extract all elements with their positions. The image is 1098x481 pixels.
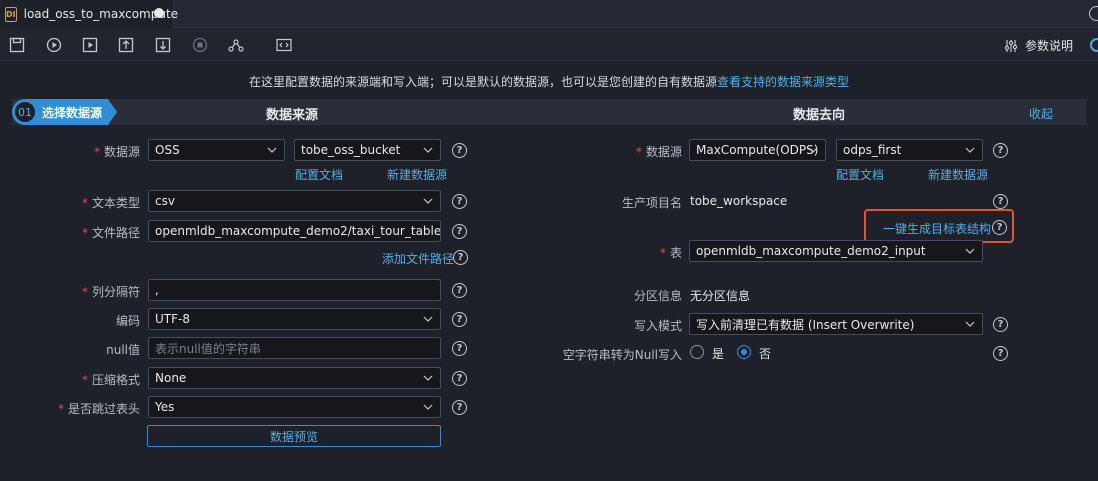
help-icon[interactable]: ?: [452, 341, 467, 356]
radio-yes-label: 是: [712, 347, 725, 361]
radio-no[interactable]: [737, 345, 751, 359]
data-preview-button[interactable]: 数据预览: [147, 425, 441, 447]
unsaved-dot-icon[interactable]: [154, 8, 164, 18]
target-datasource-type-select[interactable]: MaxCompute(ODPS): [689, 139, 826, 161]
chevron-down-icon: [267, 147, 277, 153]
help-icon[interactable]: ?: [452, 283, 467, 298]
help-icon[interactable]: ?: [452, 312, 467, 327]
help-icon[interactable]: ?: [452, 224, 467, 239]
text-type-label: * 文本类型: [81, 196, 140, 210]
partition-label: 分区信息: [633, 289, 682, 303]
encoding-select[interactable]: UTF-8: [148, 308, 441, 330]
project-value: tobe_workspace: [690, 194, 788, 208]
supported-datasource-link[interactable]: 查看支持的数据来源类型: [717, 75, 849, 89]
help-icon[interactable]: ?: [992, 220, 1007, 235]
chevron-down-icon: [965, 321, 975, 327]
save-icon[interactable]: [9, 37, 25, 53]
encoding-label: 编码: [115, 314, 140, 328]
target-datasource-label: * 数据源: [635, 145, 682, 159]
help-icon[interactable]: ?: [453, 250, 468, 265]
target-config-doc-link[interactable]: 配置文档: [836, 166, 884, 183]
toolbar: 参数说明: [0, 29, 1098, 61]
target-new-datasource-link[interactable]: 新建数据源: [928, 166, 988, 183]
partition-value: 无分区信息: [690, 289, 751, 303]
chevron-down-icon: [965, 248, 975, 254]
info-text: 在这里配置数据的来源端和写入端；可以是默认的数据源，也可以是您创建的自有数据源查…: [0, 73, 1098, 90]
chevron-down-icon: [423, 375, 433, 381]
info-message: 在这里配置数据的来源端和写入端；可以是默认的数据源，也可以是您创建的自有数据源: [248, 75, 717, 89]
help-icon[interactable]: ?: [993, 346, 1008, 361]
chevron-down-icon: [423, 147, 433, 153]
empty-to-null-label: 空字符串转为Null写入: [562, 348, 682, 362]
source-datasource-name-select[interactable]: tobe_oss_bucket: [294, 139, 441, 161]
project-label: 生产项目名: [621, 196, 682, 210]
file-path-label: * 文件路径: [81, 226, 140, 240]
target-title: 数据去向: [793, 108, 846, 123]
write-mode-select[interactable]: 写入前清理已有数据 (Insert Overwrite): [689, 313, 983, 335]
add-file-path-link[interactable]: 添加文件路径: [382, 250, 454, 267]
file-path-input[interactable]: openmldb_maxcompute_demo2/taxi_tour_tabl…: [148, 220, 441, 242]
radio-no-label: 否: [759, 347, 772, 361]
lineage-icon[interactable]: [228, 37, 244, 53]
source-datasource-type-select[interactable]: OSS: [148, 139, 285, 161]
source-config-doc-link[interactable]: 配置文档: [295, 166, 343, 183]
compression-label: * 压缩格式: [81, 373, 140, 387]
table-select[interactable]: openmldb_maxcompute_demo2_input: [689, 240, 983, 262]
table-label: * 表: [659, 246, 682, 260]
section-header: [12, 99, 1086, 125]
chevron-down-icon: [808, 147, 818, 153]
run-with-params-icon[interactable]: [82, 37, 98, 53]
editor-tab[interactable]: DI load_oss_to_maxcompute: [0, 0, 178, 28]
param-description-label: 参数说明: [1025, 39, 1074, 53]
tab-bar: DI load_oss_to_maxcompute: [0, 0, 1098, 28]
radio-yes[interactable]: [690, 345, 704, 359]
clock-icon[interactable]: [1089, 6, 1098, 21]
help-icon[interactable]: ?: [993, 194, 1008, 209]
run-icon[interactable]: [46, 37, 62, 53]
null-value-input[interactable]: 表示null值的字符串: [148, 337, 441, 359]
skip-header-select[interactable]: Yes: [148, 396, 441, 418]
generate-table-link[interactable]: 一键生成目标表结构: [883, 220, 991, 237]
help-icon[interactable]: ?: [452, 371, 467, 386]
skip-header-label: * 是否跳过表头: [57, 402, 140, 416]
source-title: 数据来源: [266, 108, 319, 123]
param-description-button[interactable]: 参数说明: [1004, 37, 1073, 54]
null-value-label: null值: [106, 343, 140, 357]
step-number: 01: [14, 101, 36, 123]
collapse-link[interactable]: 收起: [1029, 105, 1053, 122]
submit-icon[interactable]: [118, 37, 134, 53]
di-logo-icon: DI: [5, 6, 17, 22]
help-icon[interactable]: ?: [993, 143, 1008, 158]
stop-icon[interactable]: [192, 37, 208, 53]
source-datasource-label: * 数据源: [93, 145, 140, 159]
help-icon[interactable]: ?: [452, 194, 467, 209]
chevron-down-icon: [423, 316, 433, 322]
source-new-datasource-link[interactable]: 新建数据源: [387, 166, 447, 183]
target-datasource-name-select[interactable]: odps_first: [836, 139, 983, 161]
chevron-down-icon: [423, 198, 433, 204]
help-icon[interactable]: ?: [993, 317, 1008, 332]
text-type-select[interactable]: csv: [148, 190, 441, 212]
separator-input[interactable]: ,: [148, 279, 441, 301]
help-icon[interactable]: ?: [452, 143, 467, 158]
step-indicator: 01 选择数据源: [12, 99, 117, 125]
sliders-icon: [1004, 39, 1018, 52]
publish-icon[interactable]: [155, 37, 171, 53]
chevron-down-icon: [965, 147, 975, 153]
compression-select[interactable]: None: [148, 367, 441, 389]
assistant-icon[interactable]: [1090, 38, 1098, 52]
write-mode-label: 写入模式: [633, 319, 682, 333]
step-label: 选择数据源: [42, 105, 103, 120]
code-view-icon[interactable]: [276, 37, 292, 53]
chevron-down-icon: [423, 404, 433, 410]
help-icon[interactable]: ?: [452, 400, 467, 415]
separator-label: * 列分隔符: [81, 285, 140, 299]
